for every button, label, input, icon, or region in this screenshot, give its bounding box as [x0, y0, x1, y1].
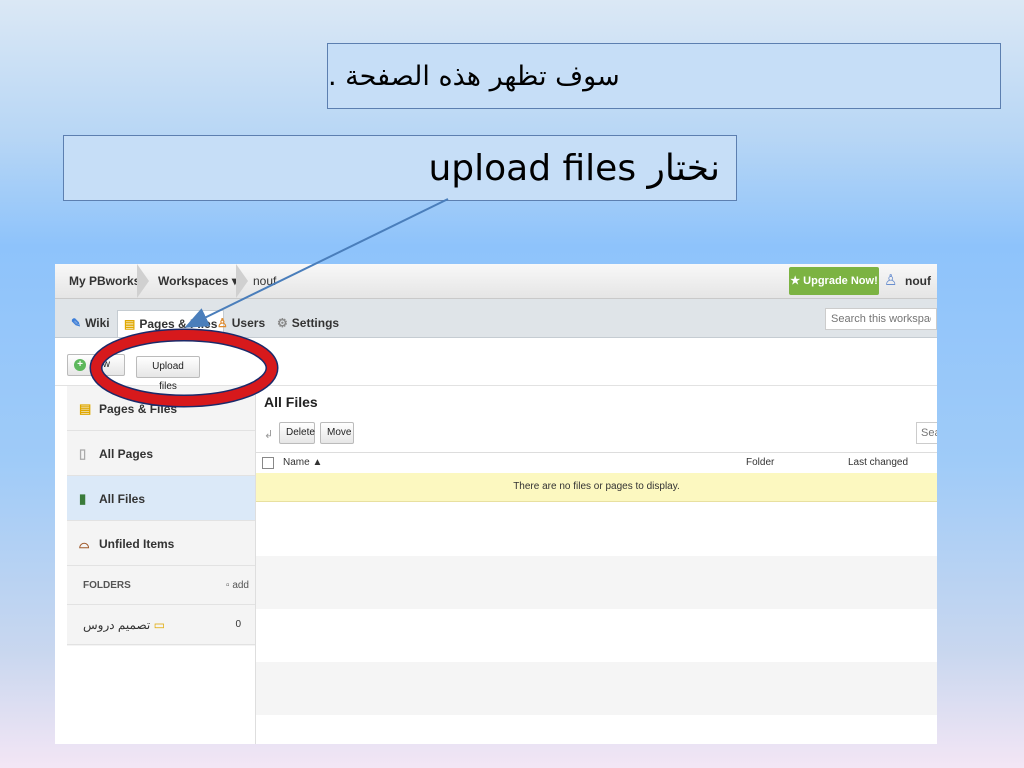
all-files-icon: ▮ — [79, 491, 87, 506]
folder-icon: ▭ — [153, 618, 165, 632]
add-folder-label: add — [232, 580, 249, 591]
main-content: All Files ↲ Delete Move Name ▲ Folder La… — [256, 386, 937, 744]
tab-settings[interactable]: ⚙ Settings — [271, 310, 345, 337]
callout-choose-upload-text: upload files نختار — [428, 147, 720, 189]
sidebar-item-label: Unfiled Items — [99, 537, 175, 551]
delete-button[interactable]: Delete — [279, 422, 315, 444]
table-row — [256, 662, 937, 715]
all-pages-icon: ▯ — [79, 446, 87, 461]
callout-choose-upload: upload files نختار — [63, 135, 737, 201]
folders-heading-label: FOLDERS — [83, 580, 131, 591]
new-button[interactable]: + New — [67, 354, 125, 376]
tab-pages-files[interactable]: ▤ Pages & Files — [117, 310, 225, 337]
unfiled-icon: ⌓ — [79, 536, 90, 551]
sidebar: ▤ Pages & Files ▯ All Pages ▮ All Files ⌓ Un… — [67, 386, 256, 646]
tab-wiki[interactable]: ✎ Wiki — [65, 310, 116, 337]
pages-files-icon: ▤ — [124, 317, 136, 331]
folder-item[interactable]: تصميم دروس ▭ 0 — [67, 605, 255, 645]
tab-bar: ✎ Wiki ▤ Pages & Files ♙ Users ⚙ Settings — [55, 299, 937, 338]
crumb-my-pbworks[interactable]: My PBworks — [69, 264, 140, 298]
new-button-label: New — [90, 359, 111, 370]
select-all-checkbox[interactable] — [262, 457, 274, 469]
user-name[interactable]: nouf — [905, 264, 931, 298]
sidebar-item-label: All Files — [99, 492, 146, 506]
crumb-separator — [137, 264, 149, 298]
upgrade-button[interactable]: ★ Upgrade Now! — [789, 267, 879, 295]
sidebar-item-label: Pages & Files — [99, 402, 178, 416]
column-last-changed[interactable]: Last changed — [848, 453, 908, 473]
user-icon[interactable]: ♙ — [884, 271, 897, 289]
folder-name: تصميم دروس — [83, 618, 151, 632]
wiki-icon: ✎ — [71, 316, 82, 330]
top-bar: My PBworks Workspaces ▾ nouf ★ Upgrade N… — [55, 264, 937, 299]
plus-icon: + — [74, 359, 86, 371]
users-icon: ♙ — [217, 316, 228, 330]
tab-pages-files-label: Pages & Files — [139, 317, 218, 331]
sidebar-item-all-pages[interactable]: ▯ All Pages — [67, 431, 255, 476]
sidebar-item-unfiled[interactable]: ⌓ Unfiled Items — [67, 521, 255, 566]
page-title: All Files — [264, 394, 318, 410]
folders-heading: FOLDERS ▫ add — [67, 567, 255, 605]
files-search-input[interactable] — [916, 422, 937, 444]
crumb-workspace-name[interactable]: nouf — [253, 264, 276, 298]
pbworks-screenshot: My PBworks Workspaces ▾ nouf ★ Upgrade N… — [55, 264, 937, 744]
crumb-workspaces[interactable]: Workspaces ▾ — [158, 264, 238, 298]
callout-page-appears: سوف تظهر هذه الصفحة . — [327, 43, 1001, 109]
workspace-search-input[interactable] — [825, 308, 937, 330]
add-folder-link[interactable]: ▫ add — [226, 567, 249, 605]
callout-page-appears-text: سوف تظهر هذه الصفحة . — [328, 60, 620, 92]
tab-wiki-label: Wiki — [85, 316, 110, 330]
table-header: Name ▲ Folder Last changed — [256, 452, 937, 474]
sidebar-item-label: All Pages — [99, 447, 154, 461]
column-folder[interactable]: Folder — [746, 453, 774, 473]
crumb-separator — [236, 264, 248, 298]
upload-files-button[interactable]: Upload files — [136, 356, 200, 392]
column-name[interactable]: Name ▲ — [283, 453, 322, 473]
undo-icon[interactable]: ↲ — [264, 428, 273, 441]
table-row — [256, 556, 937, 609]
tab-users-label: Users — [231, 316, 266, 330]
star-icon: ★ — [790, 275, 804, 287]
tab-settings-label: Settings — [291, 316, 340, 330]
settings-icon: ⚙ — [277, 316, 288, 330]
sidebar-item-all-files[interactable]: ▮ All Files — [67, 476, 255, 521]
move-button[interactable]: Move — [320, 422, 354, 444]
folder-count: 0 — [235, 619, 241, 630]
tab-users[interactable]: ♙ Users — [211, 310, 271, 337]
pages-files-icon: ▤ — [79, 401, 92, 416]
empty-message: There are no files or pages to display. — [256, 473, 937, 502]
upgrade-label: Upgrade Now! — [803, 275, 878, 287]
